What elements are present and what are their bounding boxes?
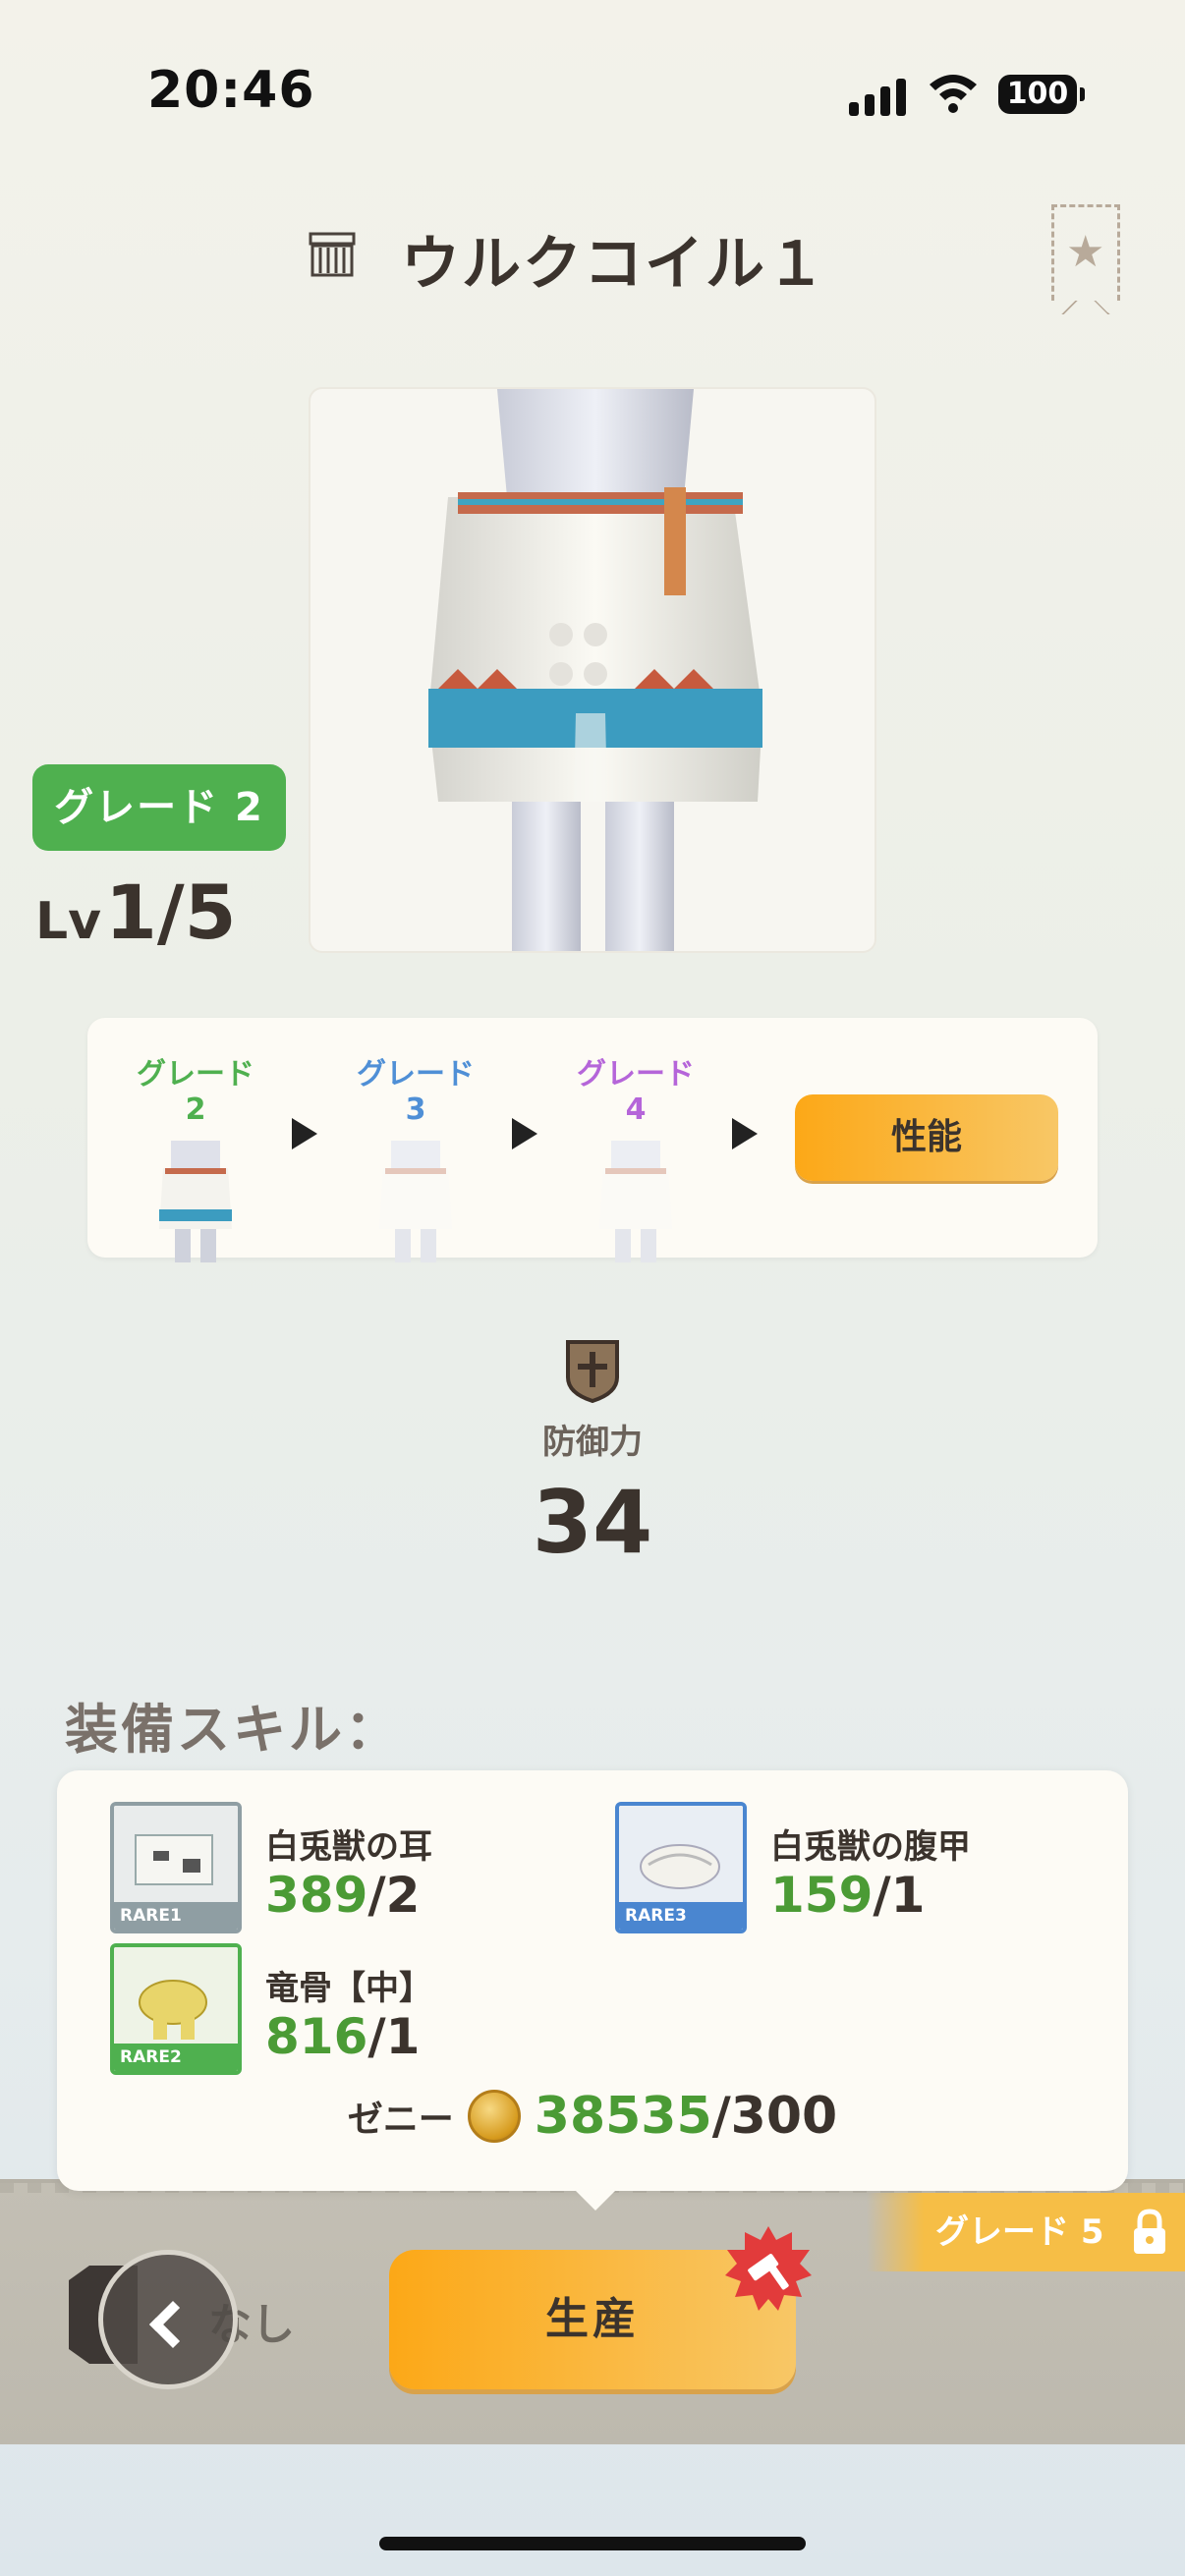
grade-badge: グレード 2 [32, 764, 286, 851]
item-title: ウルクコイル１ [401, 230, 827, 299]
defense-label: 防御力 [542, 1423, 643, 1462]
home-indicator[interactable] [379, 2537, 806, 2550]
grade-step-thumbnail [159, 1141, 232, 1262]
grade-step-4[interactable]: グレード 4 [567, 1049, 705, 1266]
hammer-badge-icon [725, 2226, 812, 2311]
material-required: /2 [367, 1867, 421, 1924]
material-thumbnail: RARE3 [615, 1802, 747, 1933]
material-name: 白兎獣の耳 [265, 1827, 432, 1867]
material-owned: 159 [770, 1867, 874, 1924]
zeny-required: /300 [711, 2087, 838, 2146]
lock-icon [1134, 2209, 1165, 2254]
material-name: 白兎獣の腹甲 [770, 1827, 971, 1867]
material-count: 816/1 [265, 2008, 420, 2065]
crafting-materials-card: RARE1 白兎獣の耳 389/2 RARE3 白兎獣の腹甲 159/1 RAR… [57, 1770, 1128, 2211]
zeny-owned: 38535 [534, 2087, 712, 2146]
star-icon: ★ [1066, 227, 1105, 277]
material-required: /1 [367, 2008, 421, 2065]
rarity-label: RARE2 [114, 2044, 238, 2071]
back-button[interactable] [98, 2250, 238, 2389]
grade-step-thumbnail [599, 1141, 672, 1262]
grade-progression-card: グレード 2 グレード 3 グレード 4 性能 [87, 1018, 1098, 1262]
chevron-left-icon [148, 2300, 198, 2349]
grade-step-label: グレード 4 [577, 1057, 695, 1127]
grade-step-3[interactable]: グレード 3 [347, 1049, 484, 1266]
material-required: /1 [873, 1867, 926, 1924]
equipment-skills-heading: 装備スキル： [65, 1699, 401, 1761]
status-time: 20:46 [147, 61, 315, 120]
progression-arrow-icon [512, 1118, 537, 1149]
cellular-signal-icon [849, 79, 906, 116]
material-name: 竜骨【中】 [265, 1969, 432, 2008]
next-grade-locked-tab[interactable]: グレード 5 [867, 2193, 1185, 2271]
zeny-amount: 38535/300 [535, 2087, 837, 2146]
material-thumbnail: RARE1 [110, 1802, 242, 1933]
progression-arrow-icon [292, 1118, 317, 1149]
material-thumbnail: RARE2 [110, 1943, 242, 2075]
material-owned: 389 [265, 1867, 368, 1924]
grade-step-2[interactable]: グレード 2 [127, 1049, 264, 1266]
next-grade-label: グレード 5 [935, 2212, 1104, 2252]
wifi-icon [930, 75, 977, 113]
rarity-label: RARE3 [619, 1902, 743, 1930]
zeny-cost: ゼニー 38535/300 [57, 2087, 1128, 2146]
card-pointer [574, 2189, 617, 2211]
battery-indicator: 100 [998, 75, 1085, 114]
grade-step-thumbnail [379, 1141, 452, 1262]
favorite-bookmark-button[interactable]: ★ [1051, 204, 1120, 314]
rarity-label: RARE1 [114, 1902, 238, 1930]
grade-step-label: グレード 3 [357, 1057, 475, 1127]
level-indicator: Lv1/5 [35, 868, 237, 956]
material-count: 389/2 [265, 1867, 420, 1924]
level-prefix: Lv [35, 892, 102, 951]
progression-arrow-icon [732, 1118, 758, 1149]
zeny-coin-icon [467, 2090, 521, 2143]
equipment-preview-image [309, 387, 876, 953]
material-owned: 816 [265, 2008, 368, 2065]
defense-shield-icon [566, 1340, 619, 1403]
performance-button[interactable]: 性能 [795, 1094, 1058, 1181]
material-count: 159/1 [770, 1867, 925, 1924]
grade-step-label: グレード 2 [137, 1057, 254, 1127]
defense-value: 34 [532, 1472, 653, 1573]
waist-armor-icon [309, 232, 356, 277]
zeny-label: ゼニー [347, 2100, 454, 2140]
level-value: 1/5 [105, 868, 237, 956]
